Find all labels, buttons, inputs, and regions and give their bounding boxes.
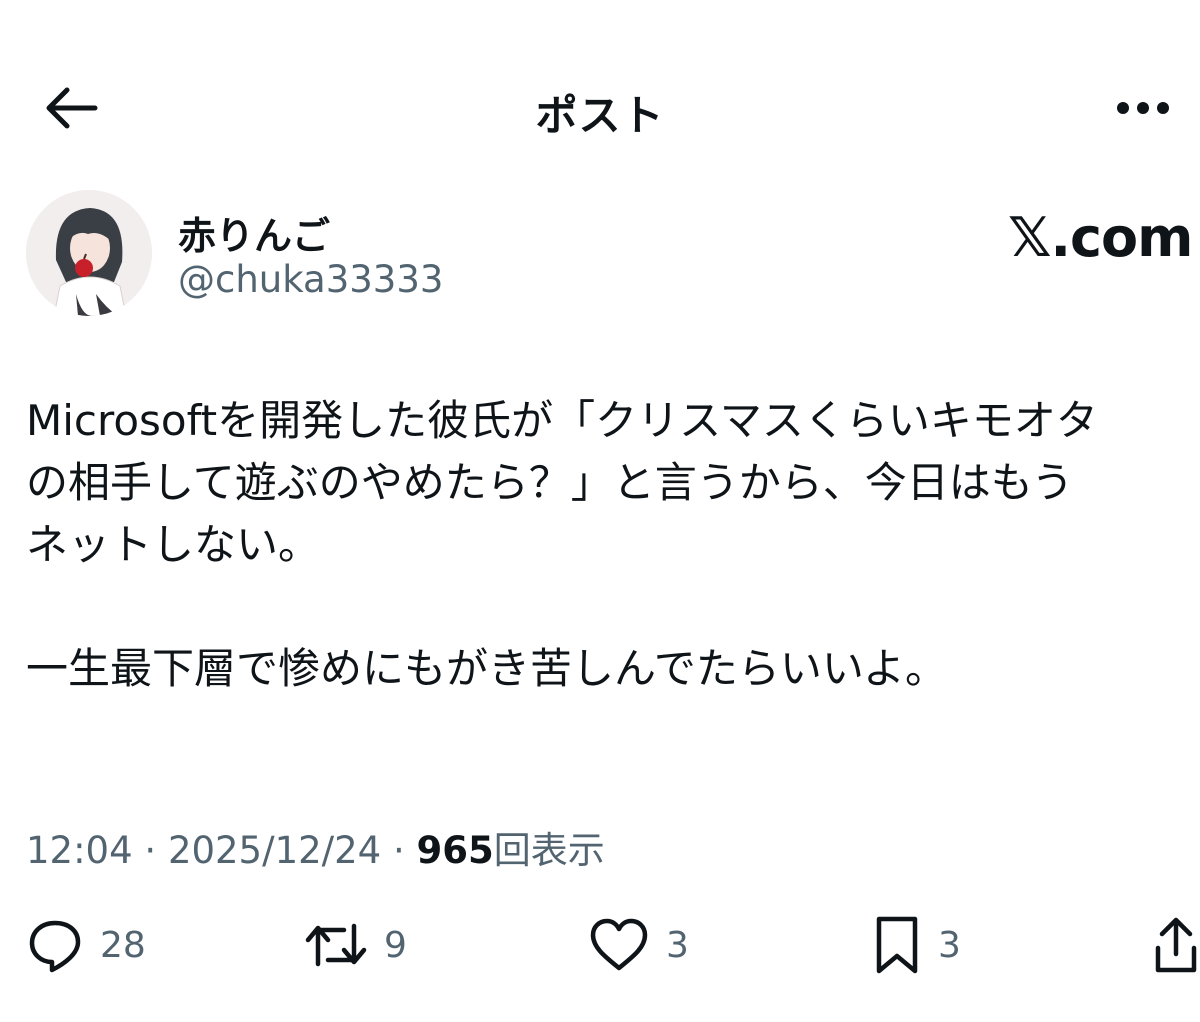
action-bar: 28 9 3 3: [0, 910, 1200, 980]
repost-count: 9: [384, 924, 407, 966]
post-line: 一生最下層で惨めにもがき苦しんでたらいいよ。: [26, 644, 948, 693]
views-label: 回表示: [493, 829, 605, 872]
avatar[interactable]: [26, 190, 152, 316]
like-count: 3: [666, 924, 689, 966]
bookmark-count: 3: [938, 924, 961, 966]
views-count: 965: [416, 829, 494, 872]
post-line: Microsoftを開発した彼氏が「クリスマスくらいキモオタ: [26, 396, 1098, 445]
top-bar: ポスト: [0, 60, 1200, 150]
meta-separator: ·: [392, 829, 405, 872]
post-date[interactable]: 2025/12/24: [168, 829, 381, 872]
bookmark-icon: [876, 916, 918, 974]
bookmark-button[interactable]: 3: [872, 910, 961, 980]
more-horizontal-icon: [1117, 102, 1169, 114]
avatar-image: [26, 190, 152, 316]
x-com-watermark: 𝕏.com: [1008, 206, 1193, 269]
page-title: ポスト: [535, 91, 665, 140]
author-handle[interactable]: @chuka33333: [178, 258, 443, 301]
heart-icon: [590, 918, 648, 971]
reply-button[interactable]: 28: [26, 910, 146, 980]
post-meta: 12:04 · 2025/12/24 · 965回表示: [26, 820, 605, 874]
post-line: ネットしない。: [26, 520, 321, 569]
post-line: の相手して遊ぶのやめたら？」と言うから、今日はもう: [26, 458, 1074, 507]
like-button[interactable]: 3: [588, 910, 689, 980]
reply-count: 28: [100, 924, 146, 966]
reply-icon: [29, 920, 81, 973]
post-text: Microsoftを開発した彼氏が「クリスマスくらいキモオタ の相手して遊ぶのや…: [26, 390, 1196, 700]
repost-button[interactable]: 9: [304, 910, 407, 980]
author-display-name[interactable]: 赤りんご: [178, 205, 330, 260]
repost-icon: [305, 923, 367, 967]
share-icon: [1155, 917, 1197, 973]
post-time[interactable]: 12:04: [26, 829, 133, 872]
share-button[interactable]: [1152, 910, 1200, 980]
meta-separator: ·: [144, 829, 157, 872]
more-options-button[interactable]: [1108, 80, 1178, 136]
post-detail-page: ポスト 赤りんご @chuka33333 𝕏.com Microsoftを開発し…: [0, 0, 1200, 1022]
